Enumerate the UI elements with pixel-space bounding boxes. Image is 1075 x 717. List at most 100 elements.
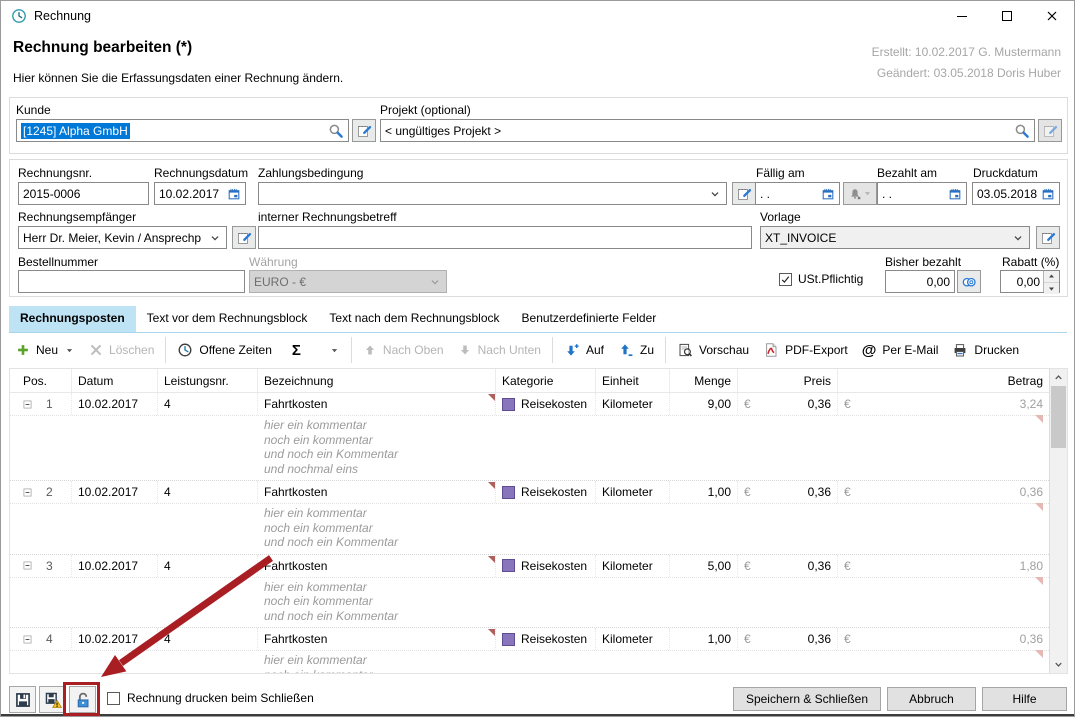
vorschau-button[interactable]: Vorschau — [670, 342, 756, 358]
kunde-value: [1245] Alpha GmbH — [21, 123, 130, 139]
tab-rechnungsposten[interactable]: Rechnungsposten — [9, 306, 136, 332]
offene-zeiten-button[interactable]: Offene Zeiten — [170, 342, 279, 358]
category-color-swatch — [502, 633, 515, 646]
tab-benutzerdefinierte-felder[interactable]: Benutzerdefinierte Felder — [511, 306, 668, 332]
help-button[interactable]: Hilfe — [982, 687, 1067, 711]
col-pos[interactable]: Pos. — [10, 369, 72, 392]
betreff-label: interner Rechnungsbetreff — [258, 210, 397, 224]
scroll-down-button[interactable] — [1050, 657, 1066, 672]
summe-button[interactable]: Σ — [279, 342, 347, 359]
cancel-button[interactable]: Abbruch — [887, 687, 976, 711]
rechnungsdatum-field[interactable]: 10.02.2017 — [154, 182, 246, 205]
neu-button[interactable]: Neu — [9, 343, 82, 357]
row-comments: hier ein kommentar noch ein kommentar un… — [264, 504, 1049, 554]
save-and-close-button[interactable]: Speichern & Schließen — [733, 687, 881, 711]
print-on-close-checkbox[interactable] — [107, 692, 120, 705]
scroll-up-button[interactable] — [1050, 370, 1066, 385]
zahlungsbedingung-edit-button[interactable] — [732, 182, 756, 205]
bestellnummer-field[interactable] — [18, 270, 245, 293]
pdf-export-button[interactable]: PDF-Export — [756, 342, 855, 358]
col-bezeichnung[interactable]: Bezeichnung — [258, 369, 496, 392]
rechnungsempfaenger-edit-button[interactable] — [232, 226, 256, 249]
vertical-scrollbar[interactable] — [1049, 369, 1067, 673]
zuklappen-button[interactable]: Zu — [611, 342, 661, 358]
col-leistungsnr[interactable]: Leistungsnr. — [158, 369, 258, 392]
table-row[interactable]: 3 10.02.2017 4 Fahrtkosten Reisekosten K… — [10, 554, 1049, 628]
chevron-down-icon[interactable] — [208, 231, 222, 245]
row-comments: hier ein kommentar noch ein kommentar un… — [264, 578, 1049, 628]
bisher-bezahlt-field[interactable]: 0,00 — [885, 270, 955, 293]
table-row[interactable]: 2 10.02.2017 4 Fahrtkosten Reisekosten K… — [10, 480, 1049, 554]
calendar-icon[interactable] — [948, 187, 962, 201]
row-betrag: 0,36 — [864, 481, 1049, 503]
table-row[interactable]: 1 10.02.2017 4 Fahrtkosten Reisekosten K… — [10, 393, 1049, 480]
search-icon[interactable] — [1014, 123, 1030, 139]
collapse-row-icon[interactable] — [22, 487, 33, 498]
row-datum: 10.02.2017 — [72, 628, 158, 650]
spinner-up-button[interactable] — [1044, 271, 1059, 283]
row-kategorie: Reisekosten — [496, 393, 596, 415]
col-betrag-currency — [838, 369, 864, 392]
edit-icon — [736, 186, 752, 202]
row-einheit: Kilometer — [596, 628, 670, 650]
rabatt-spinner[interactable]: 0,00 — [1000, 270, 1060, 293]
bestellnummer-label: Bestellnummer — [18, 255, 98, 269]
zahlungsbedingung-combo[interactable] — [258, 182, 727, 205]
plus-icon — [16, 343, 30, 357]
vorlage-combo[interactable]: XT_INVOICE — [760, 226, 1030, 249]
faellig-am-field[interactable]: . . — [755, 182, 840, 205]
kunde-field[interactable]: [1245] Alpha GmbH — [16, 119, 349, 142]
maximize-button[interactable] — [984, 1, 1029, 31]
vorlage-edit-button[interactable] — [1036, 226, 1060, 249]
projekt-field[interactable]: < ungültiges Projekt > — [380, 119, 1035, 142]
pdf-icon — [763, 342, 779, 358]
chevron-down-icon[interactable] — [708, 187, 722, 201]
col-datum[interactable]: Datum — [72, 369, 158, 392]
category-color-swatch — [502, 486, 515, 499]
spinner-down-button[interactable] — [1044, 283, 1059, 294]
collapse-row-icon[interactable] — [22, 560, 33, 571]
druckdatum-field[interactable]: 03.05.2018 — [972, 182, 1060, 205]
calendar-icon[interactable] — [1041, 187, 1055, 201]
kunde-edit-button[interactable] — [352, 119, 376, 142]
arrow-up-icon — [363, 343, 377, 357]
save-with-warning-button[interactable] — [39, 686, 66, 713]
tab-text-vor-rechnungsblock[interactable]: Text vor dem Rechnungsblock — [136, 306, 319, 332]
chevron-down-icon[interactable] — [1011, 231, 1025, 245]
scrollbar-thumb[interactable] — [1051, 386, 1066, 448]
minimize-button[interactable] — [939, 1, 984, 31]
ust-pflichtig-checkbox-group[interactable]: USt.Pflichtig — [779, 272, 863, 286]
aufklappen-button[interactable]: Auf — [557, 342, 611, 358]
row-einheit: Kilometer — [596, 393, 670, 415]
collapse-row-icon[interactable] — [22, 399, 33, 410]
rechnungsnr-field[interactable]: 2015-0006 — [18, 182, 149, 205]
bezahlt-am-field[interactable]: . . — [877, 182, 967, 205]
tab-text-nach-rechnungsblock[interactable]: Text nach dem Rechnungsblock — [318, 306, 510, 332]
ust-pflichtig-checkbox[interactable] — [779, 273, 792, 286]
collapse-row-icon[interactable] — [22, 634, 33, 645]
calendar-icon[interactable] — [821, 187, 835, 201]
col-einheit[interactable]: Einheit — [596, 369, 670, 392]
col-preis[interactable]: Preis — [760, 369, 838, 392]
modified-info: Geändert: 03.05.2018 Doris Huber — [872, 63, 1061, 84]
col-menge[interactable]: Menge — [670, 369, 738, 392]
per-email-button[interactable]: @ Per E-Mail — [855, 342, 946, 359]
rabatt-value: 0,00 — [1001, 271, 1043, 292]
close-button[interactable] — [1029, 1, 1074, 31]
rabatt-label: Rabatt (%) — [1002, 255, 1059, 269]
print-on-close-checkbox-group[interactable]: Rechnung drucken beim Schließen — [107, 691, 314, 705]
chevron-down-icon[interactable] — [329, 345, 340, 356]
bisher-bezahlt-money-button[interactable] — [957, 270, 981, 293]
chevron-down-icon[interactable] — [64, 345, 75, 356]
col-betrag[interactable]: Betrag — [864, 369, 1049, 392]
save-button[interactable] — [9, 686, 36, 713]
waehrung-label: Währung — [249, 255, 298, 269]
betreff-field[interactable] — [258, 226, 752, 249]
search-icon[interactable] — [328, 123, 344, 139]
audit-info: Erstellt: 10.02.2017 G. Mustermann Geänd… — [872, 42, 1061, 84]
col-kategorie[interactable]: Kategorie — [496, 369, 596, 392]
rechnungsempfaenger-combo[interactable]: Herr Dr. Meier, Kevin / Ansprechp — [18, 226, 227, 249]
calendar-icon[interactable] — [227, 187, 241, 201]
drucken-button[interactable]: Drucken — [945, 342, 1026, 358]
table-row[interactable]: 4 10.02.2017 4 Fahrtkosten Reisekosten K… — [10, 627, 1049, 673]
